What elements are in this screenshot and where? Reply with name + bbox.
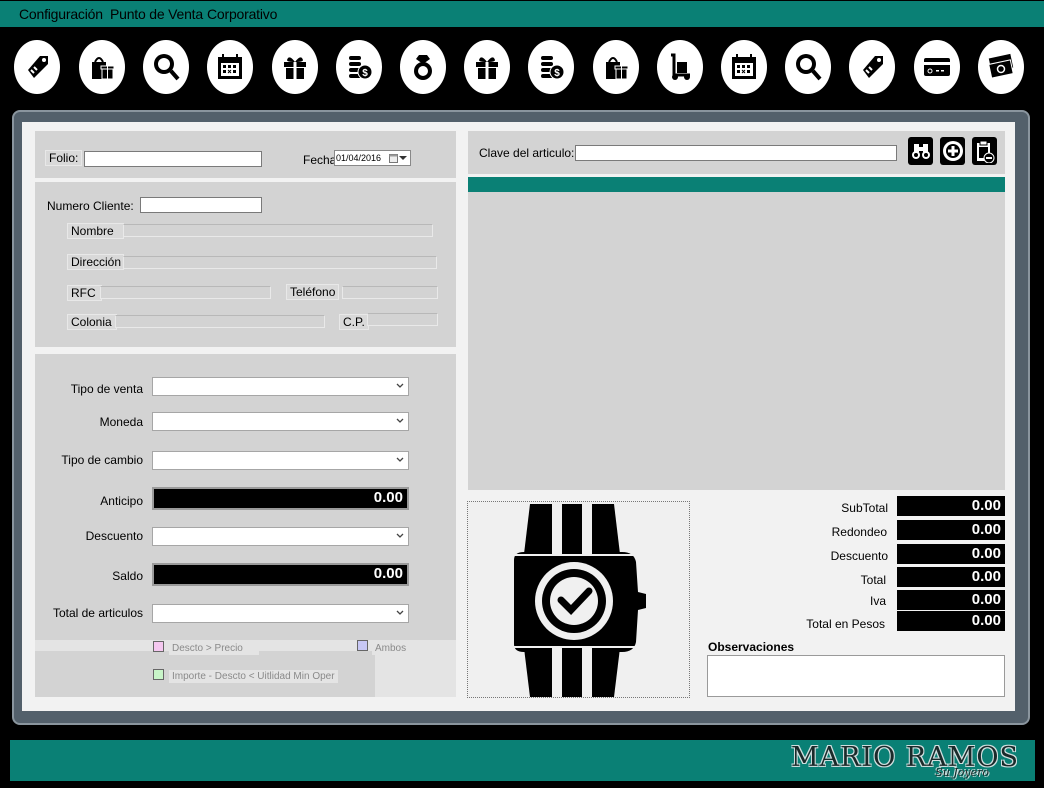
menu-corporativo[interactable]: Corporativo <box>207 6 277 22</box>
binoculars-icon[interactable] <box>908 137 933 165</box>
gift-bag-icon[interactable] <box>593 40 639 94</box>
cp-field <box>367 313 438 326</box>
total-value: 0.00 <box>897 567 1005 587</box>
descuento-total-label: Descuento <box>830 549 888 563</box>
observaciones-label: Observaciones <box>708 640 795 654</box>
remove-item-icon[interactable] <box>972 137 997 165</box>
menu-configuracion[interactable]: Configuración <box>19 6 103 22</box>
chevron-down-icon <box>396 383 404 388</box>
chevron-down-icon <box>396 418 404 423</box>
observaciones-textarea[interactable] <box>707 655 1005 697</box>
hand-truck-icon[interactable] <box>657 40 703 94</box>
direccion-field <box>123 256 437 269</box>
redondeo-label: Redondeo <box>831 525 887 539</box>
nombre-field <box>123 224 433 237</box>
total-articulos-select[interactable] <box>152 604 409 623</box>
folio-label: Folio: <box>45 150 83 166</box>
numero-cliente-label: Numero Cliente: <box>47 199 134 213</box>
saldo-input[interactable]: 0.00 <box>152 563 409 586</box>
items-grid[interactable] <box>468 192 1005 490</box>
coins-icon[interactable]: $ <box>336 40 382 94</box>
search-icon[interactable] <box>785 40 831 94</box>
subtotal-label: SubTotal <box>841 501 888 515</box>
saldo-label: Saldo <box>112 569 143 583</box>
subtotal-value: 0.00 <box>897 496 1005 516</box>
items-grid-header <box>468 177 1005 192</box>
anticipo-input[interactable]: 0.00 <box>152 487 409 510</box>
separator <box>375 651 456 697</box>
sale-panel: Tipo de venta Moneda Tipo de cambio Anti… <box>35 354 456 697</box>
search-icon[interactable] <box>143 40 189 94</box>
ring-icon[interactable] <box>400 40 446 94</box>
gift-bag-icon[interactable] <box>79 40 125 94</box>
rfc-label: RFC <box>67 285 102 301</box>
legend-swatch-descto-precio <box>153 641 164 652</box>
coins-icon[interactable]: $ <box>528 40 574 94</box>
total-label: Total <box>860 573 886 587</box>
gift-icon[interactable] <box>464 40 510 94</box>
numero-cliente-input[interactable] <box>140 197 262 213</box>
fecha-label: Fecha <box>303 153 337 167</box>
chevron-down-icon <box>396 457 404 462</box>
nombre-label: Nombre <box>67 223 124 239</box>
tipo-venta-select[interactable] <box>152 377 409 396</box>
chevron-down-icon <box>396 610 404 615</box>
menu-bar: Configuración Punto de Venta Corporativo <box>0 0 1044 27</box>
total-pesos-value: 0.00 <box>897 611 1005 631</box>
cash-icon[interactable] <box>978 40 1024 94</box>
toolbar: $ $ <box>0 27 1044 107</box>
colonia-label: Colonia <box>67 314 117 330</box>
menu-punto-de-venta[interactable]: Punto de Venta <box>110 6 203 22</box>
legend-ambos: Ambos <box>372 642 452 655</box>
tipo-venta-label: Tipo de venta <box>70 382 143 396</box>
redondeo-value: 0.00 <box>897 520 1005 540</box>
anticipo-label: Anticipo <box>100 494 143 508</box>
folio-input[interactable] <box>84 151 262 167</box>
client-panel: Numero Cliente: Nombre Dirección RFC Tel… <box>35 182 456 347</box>
legend-swatch-ambos <box>357 640 368 651</box>
descuento-select[interactable] <box>152 527 409 546</box>
tipo-cambio-label: Tipo de cambio <box>61 453 143 467</box>
rfc-field <box>100 286 271 299</box>
legend-importe: Importe - Descto < Uitlidad Min Oper <box>169 670 338 683</box>
legend-descto-precio: Descto > Precio <box>169 642 259 655</box>
moneda-label: Moneda <box>99 415 143 429</box>
calendar-icon[interactable] <box>721 40 767 94</box>
colonia-field <box>115 315 325 328</box>
svg-text:$: $ <box>362 68 368 79</box>
footer: MARIO RAMOS Su Joyero <box>10 740 1035 781</box>
article-panel: Clave del articulo: <box>468 131 1005 174</box>
calendar-icon[interactable] <box>207 40 253 94</box>
telefono-field <box>342 286 438 299</box>
tipo-cambio-select[interactable] <box>152 451 409 470</box>
total-pesos-label: Total en Pesos <box>806 617 885 631</box>
svg-text:$: $ <box>554 68 560 79</box>
cp-label: C.P. <box>339 314 369 330</box>
folio-panel: Folio: Fecha 01/04/2016 <box>35 131 456 178</box>
clave-articulo-label: Clave del articulo: <box>479 146 575 160</box>
calendar-dropdown-icon[interactable] <box>389 152 409 164</box>
fecha-value: 01/04/2016 <box>336 153 382 163</box>
clave-articulo-input[interactable] <box>575 145 897 161</box>
gift-icon[interactable] <box>272 40 318 94</box>
iva-value: 0.00 <box>897 590 1005 610</box>
legend-swatch-importe <box>153 669 164 680</box>
descuento-label: Descuento <box>85 529 143 543</box>
price-tag-icon[interactable] <box>849 40 895 94</box>
total-articulos-label: Total de articulos <box>52 606 143 620</box>
iva-label: Iva <box>869 594 886 608</box>
moneda-select[interactable] <box>152 412 409 431</box>
product-image <box>467 501 690 698</box>
descuento-total-value: 0.00 <box>897 544 1005 564</box>
chevron-down-icon <box>396 533 404 538</box>
watch-icon <box>514 504 646 697</box>
price-tag-icon[interactable] <box>14 40 60 94</box>
telefono-label: Teléfono <box>286 284 340 300</box>
direccion-label: Dirección <box>67 254 124 270</box>
fecha-picker[interactable]: 01/04/2016 <box>334 150 411 166</box>
add-item-icon[interactable] <box>940 137 965 165</box>
credit-card-icon[interactable] <box>914 40 960 94</box>
brand-logo: MARIO RAMOS Su Joyero <box>791 744 1019 780</box>
